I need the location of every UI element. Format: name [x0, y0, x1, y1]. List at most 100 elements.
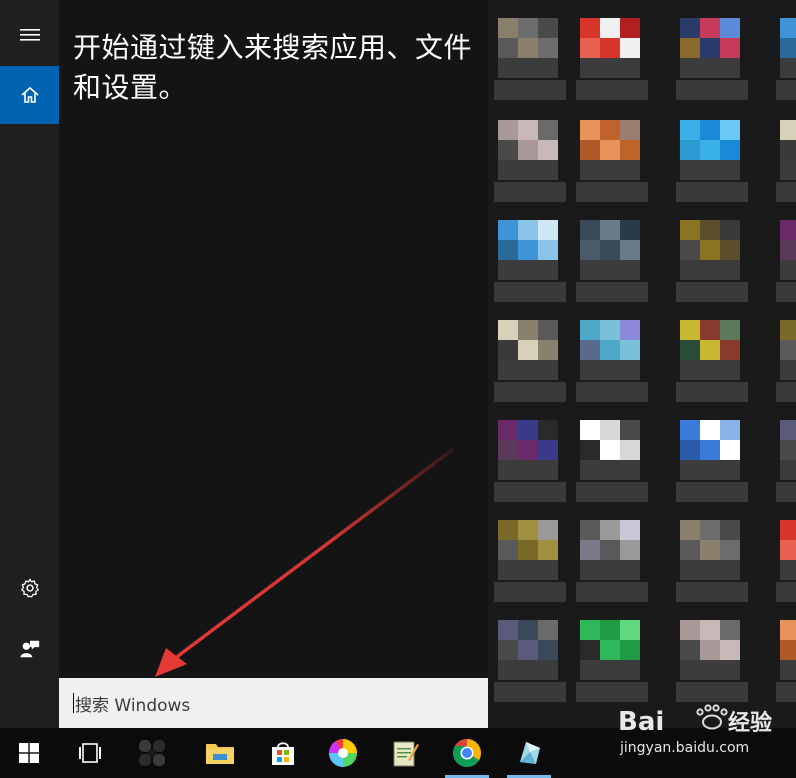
start-button[interactable] — [4, 728, 54, 778]
desktop-icon-pixel — [538, 520, 558, 540]
desktop-icon-pixel — [498, 160, 518, 180]
chrome-button[interactable] — [442, 728, 492, 778]
desktop-icon — [780, 220, 796, 280]
desktop-icon-pixel — [720, 220, 740, 240]
desktop-icon-pixel — [700, 540, 720, 560]
expand-menu-button[interactable] — [0, 6, 59, 64]
desktop-icon-pixel — [600, 58, 620, 78]
desktop-icon-pixel — [600, 220, 620, 240]
desktop-icon-pixel — [538, 420, 558, 440]
desktop-icon-pixel — [600, 460, 620, 480]
home-button[interactable] — [0, 66, 59, 124]
desktop-icon-pixel — [780, 560, 796, 580]
pinned-app-4[interactable] — [504, 728, 554, 778]
desktop-icon-pixel — [518, 560, 538, 580]
desktop-icon-pixel — [620, 640, 640, 660]
desktop-icon-pixel — [580, 120, 600, 140]
desktop-icon-label-blur — [576, 282, 648, 302]
pinned-app-3[interactable] — [380, 728, 430, 778]
store-button[interactable] — [258, 728, 308, 778]
feedback-button[interactable] — [0, 620, 59, 678]
desktop-icon-pixel — [700, 320, 720, 340]
desktop-icon-pixel — [620, 220, 640, 240]
desktop-icon — [780, 620, 796, 680]
text-caret — [73, 693, 74, 713]
desktop-icon — [580, 420, 640, 480]
desktop-icon-pixel — [600, 660, 620, 680]
desktop-icon-pixel — [620, 240, 640, 260]
desktop-icon-pixel — [518, 420, 538, 440]
desktop-icon-pixel — [780, 220, 796, 240]
desktop-icon-pixel — [700, 420, 720, 440]
desktop-icon-pixel — [680, 640, 700, 660]
desktop-icon-pixel — [538, 220, 558, 240]
desktop-icon-pixel — [780, 240, 796, 260]
desktop-icon-pixel — [600, 260, 620, 280]
desktop-icon-label-blur — [776, 80, 796, 100]
desktop-icon-pixel — [538, 58, 558, 78]
desktop-icon-pixel — [720, 440, 740, 460]
store-bag-icon — [272, 742, 294, 765]
desktop-icon-label-blur — [494, 482, 566, 502]
desktop-icon-pixel — [780, 440, 796, 460]
file-explorer-button[interactable] — [195, 728, 245, 778]
desktop-icon-pixel — [518, 18, 538, 38]
desktop-icon-pixel — [720, 660, 740, 680]
desktop-icon-label-blur — [676, 80, 748, 100]
desktop-icon-label-blur — [776, 282, 796, 302]
desktop-icon-pixel — [518, 160, 538, 180]
desktop-icon-label-blur — [494, 182, 566, 202]
desktop-icon-pixel — [518, 620, 538, 640]
task-view-button[interactable] — [65, 728, 115, 778]
desktop-icon-pixel — [680, 58, 700, 78]
desktop-icon-pixel — [498, 660, 518, 680]
desktop-icon-pixel — [680, 620, 700, 640]
pinned-app-1[interactable] — [127, 728, 177, 778]
desktop-icon — [680, 220, 740, 280]
desktop-icon — [580, 320, 640, 380]
desktop-icon-pixel — [498, 320, 518, 340]
desktop-icon-pixel — [780, 460, 796, 480]
desktop-icon-pixel — [518, 660, 538, 680]
desktop-icon-pixel — [620, 560, 640, 580]
desktop-icon-pixel — [498, 640, 518, 660]
desktop-icon-pixel — [600, 160, 620, 180]
desktop-icon-pixel — [580, 160, 600, 180]
desktop-icon-pixel — [538, 260, 558, 280]
desktop-icon-pixel — [538, 18, 558, 38]
desktop-icon — [580, 620, 640, 680]
desktop-icon-pixel — [700, 38, 720, 58]
svg-text:经验: 经验 — [728, 710, 772, 736]
desktop-icon — [498, 120, 558, 180]
desktop-icon-pixel — [720, 560, 740, 580]
desktop-icon-label-blur — [576, 182, 648, 202]
desktop-icon-label-blur — [576, 582, 648, 602]
desktop-icon-pixel — [780, 360, 796, 380]
desktop-icon — [780, 320, 796, 380]
desktop-icon-pixel — [620, 340, 640, 360]
desktop-icon-pixel — [600, 560, 620, 580]
desktop-icon-pixel — [600, 640, 620, 660]
desktop-icon-pixel — [620, 140, 640, 160]
desktop-icon-pixel — [538, 140, 558, 160]
pinned-app-2[interactable] — [318, 728, 368, 778]
desktop-icon-pixel — [720, 320, 740, 340]
desktop-icon-pixel — [700, 120, 720, 140]
desktop-icon-pixel — [518, 520, 538, 540]
desktop-icon-pixel — [680, 660, 700, 680]
colorful-ring-icon — [329, 739, 357, 767]
settings-button[interactable] — [0, 559, 59, 617]
desktop-icon-pixel — [600, 240, 620, 260]
desktop-icon-pixel — [780, 58, 796, 78]
search-input[interactable]: 搜索 Windows — [59, 678, 488, 728]
desktop-icon-pixel — [498, 260, 518, 280]
desktop-icon-pixel — [498, 540, 518, 560]
desktop-icon — [580, 120, 640, 180]
desktop-icon-pixel — [780, 660, 796, 680]
desktop-icon-pixel — [538, 540, 558, 560]
desktop-icon-pixel — [780, 340, 796, 360]
desktop-icon-pixel — [580, 560, 600, 580]
desktop-icon-pixel — [720, 38, 740, 58]
desktop-icon-pixel — [620, 38, 640, 58]
desktop-icon-pixel — [580, 440, 600, 460]
